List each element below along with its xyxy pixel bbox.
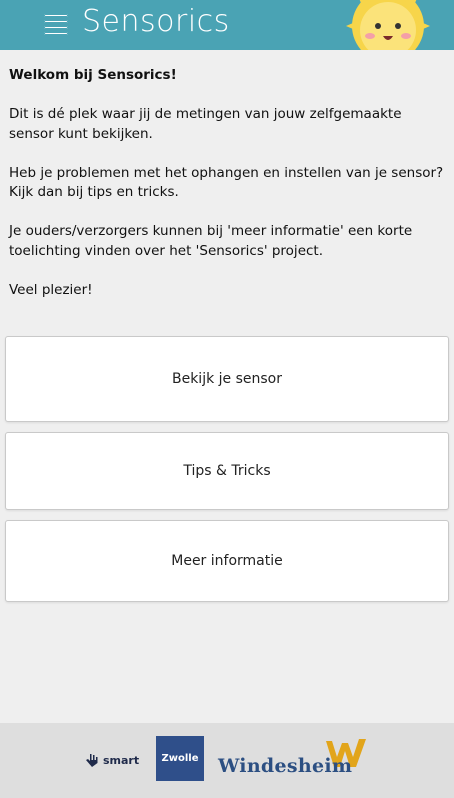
view-sensor-label: Bekijk je sensor: [171, 371, 282, 387]
intro-paragraph: Je ouders/verzorgers kunnen bij 'meer in…: [9, 223, 413, 259]
view-sensor-button[interactable]: Bekijk je sensor: [5, 336, 449, 422]
welcome-heading: Welkom bij Sensorics!: [9, 67, 177, 83]
zwolle-logo-text: Zwolle: [161, 753, 199, 764]
windesheim-logo: Windesheim: [218, 737, 368, 779]
smart-logo: smart: [84, 752, 139, 768]
intro-paragraph: Dit is dé plek waar jij de metingen van …: [9, 106, 402, 142]
windesheim-logo-text: Windesheim: [218, 755, 353, 777]
hamburger-menu-icon[interactable]: [44, 14, 68, 36]
intro-paragraph: Veel plezier!: [9, 281, 93, 298]
app-header: Sensorics: [0, 0, 454, 50]
intro-text: Welkom bij Sensorics! Dit is dé plek waa…: [9, 66, 445, 320]
zwolle-logo: Zwolle: [156, 736, 204, 781]
smart-hand-icon: [86, 754, 98, 767]
smart-logo-text: smart: [103, 753, 140, 767]
intro-paragraph: Heb je problemen met het ophangen en ins…: [9, 164, 444, 201]
tips-tricks-button[interactable]: Tips & Tricks: [5, 432, 449, 510]
more-info-label: Meer informatie: [171, 553, 283, 569]
more-info-button[interactable]: Meer informatie: [5, 520, 449, 602]
sun-mascot-icon: [346, 0, 430, 50]
tips-tricks-label: Tips & Tricks: [183, 463, 271, 479]
app-title: Sensorics: [82, 4, 230, 39]
